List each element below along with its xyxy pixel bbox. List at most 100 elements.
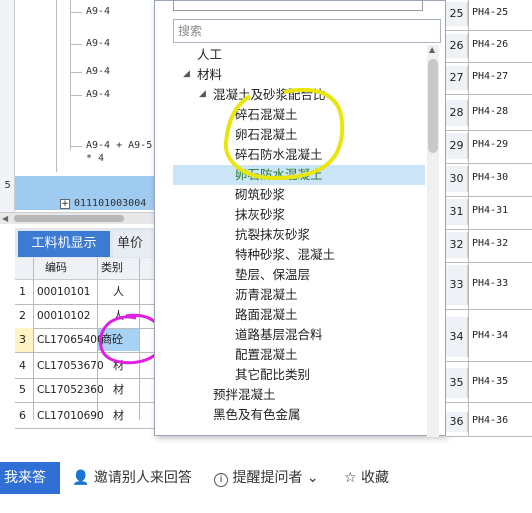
remind-button[interactable]: i 提醒提问者 ⌄ [214,468,319,488]
code-cell[interactable]: PH4-27 [472,71,508,82]
formula-row: A9-4 + A9-5 [86,140,153,151]
tab-labor-material[interactable]: 工料机显示 [18,231,110,257]
grid-line [446,163,532,164]
remind-label: 提醒提问者 [232,470,303,486]
type-cell[interactable]: 材 [113,378,124,402]
yellow-circle-annotation [223,87,345,181]
type-cell[interactable]: 人 [113,280,124,304]
row-number: 5 [4,180,11,191]
row-number: 26 [446,34,468,58]
grid-line [446,309,532,310]
tree-item[interactable]: 人工 [197,45,222,65]
tree-line [70,72,82,73]
code-cell[interactable]: PH4-28 [472,106,508,117]
grid-line [446,30,532,31]
code-cell[interactable]: CL17065400 [37,328,104,352]
tree-item[interactable]: 抹灰砂浆 [235,205,285,225]
grid-line [446,94,532,95]
code-cell[interactable]: PH4-29 [472,139,508,150]
tree-item[interactable]: 砌筑砂浆 [235,185,285,205]
formula-row: A9-4 [86,38,111,49]
row-number: 1 [19,285,26,298]
grid-line [15,428,160,429]
tree-line [70,95,82,96]
scroll-thumb[interactable] [428,59,438,153]
row-number: 31 [446,199,468,225]
code-cell[interactable]: PH4-36 [472,415,508,426]
grid-line [446,229,532,230]
code-cell[interactable]: CL17053670 [37,354,104,378]
tree-line [70,12,82,13]
horizontal-scrollbar[interactable]: ◀ [0,212,160,224]
row-number: 4 [19,359,26,372]
search-input[interactable]: 搜索 [173,19,441,43]
scroll-thumb[interactable] [14,215,124,222]
code-cell[interactable]: PH4-31 [472,205,508,216]
code-cell[interactable]: PH4-34 [472,330,508,341]
row-number: 6 [19,409,26,422]
grid-line [33,258,34,420]
code-cell[interactable]: PH4-33 [472,278,508,289]
formula-row: A9-4 [86,89,111,100]
row-number: 5 [19,383,26,396]
code-row: 011101003004 [74,198,147,209]
tree-item[interactable]: 沥青混凝土 [235,285,298,305]
code-cell[interactable]: 00010101 [37,280,90,304]
tree-item[interactable]: 抗裂抹灰砂浆 [235,225,310,245]
vertical-scrollbar[interactable]: ▲ [427,45,439,437]
tree-line [70,44,82,45]
row-number: 36 [446,412,468,432]
tree-item[interactable]: 特种砂浆、混凝土 [235,245,335,265]
code-cell[interactable]: PH4-35 [472,376,508,387]
grid-line [446,402,532,403]
tree-item[interactable]: 配置混凝土 [235,345,298,365]
tree-item[interactable]: 路面混凝土 [235,305,298,325]
tree-line [70,0,71,150]
type-cell[interactable]: 材 [113,404,124,428]
formula-panel: A9-4 A9-4 A9-4 A9-4 A9-4 + A9-5 * 4 5 + … [0,0,160,212]
right-code-list: 25 PH4-25 26 PH4-26 27 PH4-27 28 PH4-28 29 PH4-29… [446,0,532,437]
row-number: 25 [446,2,468,26]
expand-toggle-icon[interactable]: ◢ [199,89,206,99]
collect-button[interactable]: ☆ 收藏 [344,468,389,488]
row-number: 35 [446,368,468,398]
tree-item[interactable]: 其它配比类别 [235,365,310,385]
grid-line [446,62,532,63]
grid-line [446,130,532,131]
row-number: 34 [446,317,468,357]
material-category-dialog: 搜索 人工 ◢ 材料 ◢ 混凝土及砂浆配合比 碎石混凝土 卵石混凝土 碎石防水混凝土 卵石防水混… [154,0,446,437]
expand-icon[interactable]: + [60,199,70,209]
code-cell[interactable]: CL17010690 [37,404,104,428]
tree-item[interactable]: 预拌混凝土 [213,385,276,405]
header-type: 类别 [101,261,123,274]
user-add-icon: 👤 [72,470,90,486]
invite-button[interactable]: 👤 邀请别人来回答 [72,468,192,488]
scroll-left-icon[interactable]: ◀ [2,214,8,223]
tree-item[interactable]: 垫层、保温层 [235,265,310,285]
tree-item[interactable]: 黑色及有色金属 [213,405,301,425]
grid-line [446,436,532,437]
row-number: 30 [446,166,468,192]
tree-line [70,146,82,147]
code-cell[interactable]: PH4-25 [472,7,508,18]
row-number: 3 [19,333,26,346]
code-cell[interactable]: PH4-32 [472,238,508,249]
row-number: 33 [446,265,468,305]
row-number: 29 [446,133,468,159]
dialog-top-field [173,1,423,11]
grid-line [446,196,532,197]
code-cell[interactable]: 00010102 [37,304,90,328]
scroll-up-icon[interactable]: ▲ [429,45,435,54]
header-code: 编码 [45,261,67,274]
row-number: 2 [19,309,26,322]
grid-line [468,0,469,436]
code-cell[interactable]: CL17052360 [37,378,104,402]
row-number: 28 [446,100,468,126]
expand-toggle-icon[interactable]: ◢ [183,69,190,79]
answer-button[interactable]: 我来答 [0,462,60,494]
grid-line [446,361,532,362]
code-cell[interactable]: PH4-30 [472,172,508,183]
code-cell[interactable]: PH4-26 [472,39,508,50]
collect-label: 收藏 [361,470,390,486]
tree-item[interactable]: 道路基层混合料 [235,325,323,345]
